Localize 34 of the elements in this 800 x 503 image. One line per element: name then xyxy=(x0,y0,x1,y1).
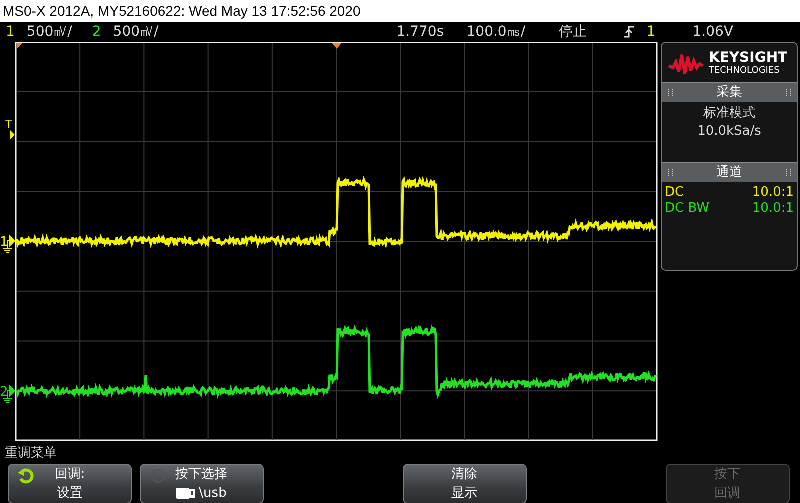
time-position[interactable]: 1.770s xyxy=(396,24,467,40)
wave-logo-icon xyxy=(668,52,704,76)
trigger-source[interactable]: 1 xyxy=(646,24,693,40)
acquisition-info: 标准模式 xyxy=(704,105,756,122)
channel-number[interactable]: 2 xyxy=(92,24,102,40)
softkey-button[interactable]: 按下选择 \usb xyxy=(140,464,264,503)
usb-drive-icon xyxy=(176,488,196,499)
softkey-button[interactable]: 回调: 设置 xyxy=(8,464,132,503)
ground-marker-icon[interactable] xyxy=(2,234,16,254)
coupling-label: DC BW xyxy=(665,201,710,216)
section-title: 采集 xyxy=(716,84,742,102)
window-title: MS0-X 2012A, MY52160622: Wed May 13 17:52:56 2020 xyxy=(2,2,361,19)
ground-marker-icon[interactable] xyxy=(2,384,16,404)
volts-per-div[interactable]: 500㎷/ xyxy=(113,22,159,42)
probe-ratio: 10.0:1 xyxy=(752,201,794,216)
coupling-label: DC xyxy=(665,185,684,200)
brand-subtitle: TECHNOLOGIES xyxy=(709,67,781,76)
softkey-button[interactable]: 清除 显示 xyxy=(402,464,526,503)
channel-number[interactable]: 1 xyxy=(6,24,15,40)
channel-marker-label: 1 xyxy=(0,235,8,250)
brand-name: KEYSIGHT xyxy=(709,51,788,65)
probe-ratio: 10.0:1 xyxy=(752,185,794,200)
acquisition-info: 10.0kSa/s xyxy=(698,124,762,139)
trigger-level-label: T xyxy=(6,118,12,131)
trigger-level[interactable]: 1.06V xyxy=(692,24,734,40)
volts-per-div[interactable]: 500㎷/ xyxy=(26,22,72,42)
channel-marker-label: 2 xyxy=(0,385,8,400)
rising-edge-icon[interactable] xyxy=(622,25,635,39)
section-header[interactable]: 采集 xyxy=(662,82,797,102)
menu-title: 重调菜单 xyxy=(5,445,57,460)
section-header[interactable]: 通道 xyxy=(662,162,797,182)
run-state: 停止 xyxy=(558,23,588,41)
section-title: 通道 xyxy=(716,164,742,182)
time-per-div[interactable]: 100.0㎳/ xyxy=(466,23,559,41)
